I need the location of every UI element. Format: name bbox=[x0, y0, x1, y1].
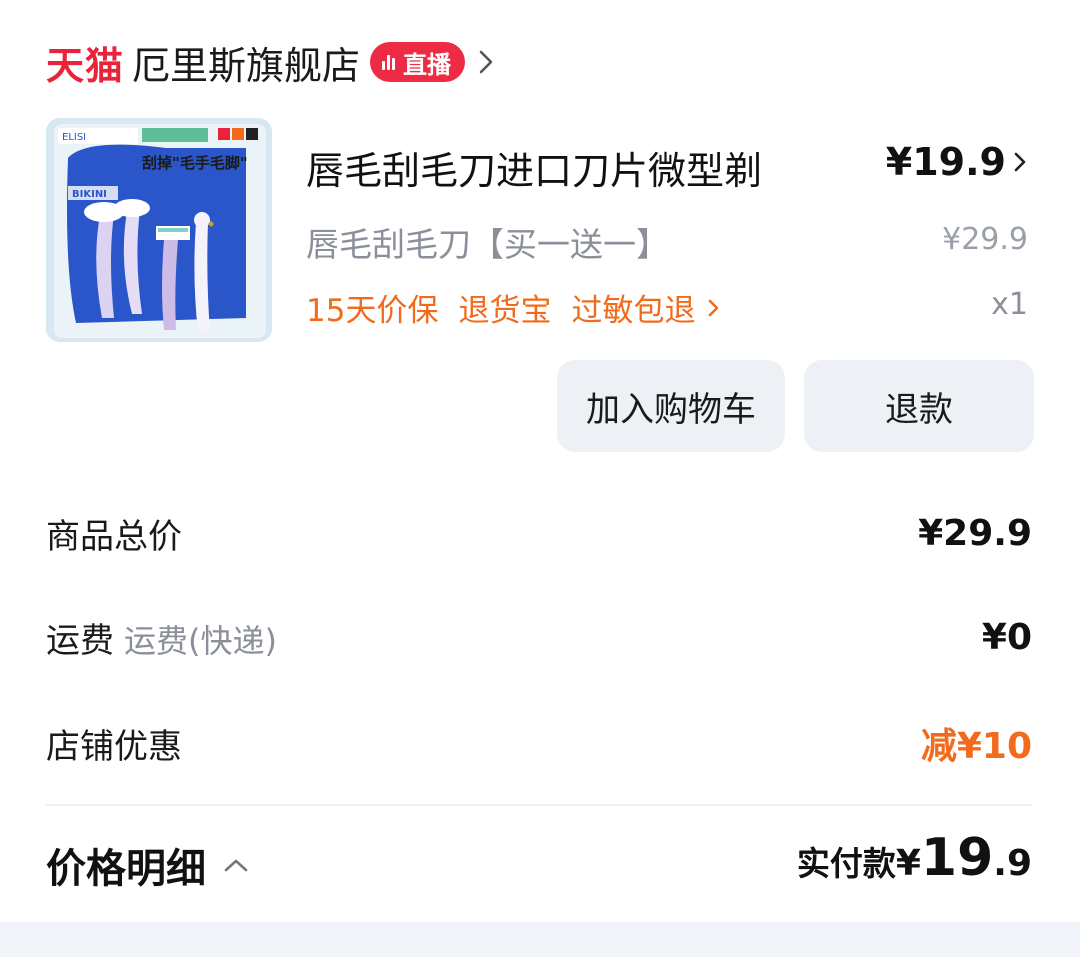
price-detail-label: 价格明细 bbox=[46, 846, 206, 892]
add-to-cart-button[interactable]: 加入购物车 bbox=[557, 360, 785, 452]
service-tag-return-insurance: 退货宝 bbox=[458, 293, 552, 329]
chevron-right-icon[interactable] bbox=[473, 42, 499, 82]
price-detail-toggle[interactable]: 价格明细 bbox=[46, 836, 250, 894]
quantity: x1 bbox=[991, 287, 1028, 322]
bottom-band bbox=[0, 922, 1080, 957]
image-bikini-text: BIKINI bbox=[72, 189, 107, 200]
product-image[interactable]: ELISI 刮掉"毛手毛脚" BIKINI ◆ bbox=[46, 118, 272, 342]
divider bbox=[46, 804, 1032, 806]
paid-amount: 实付款 ¥ 19 .9 bbox=[797, 828, 1032, 888]
live-bars-icon bbox=[382, 54, 396, 70]
refund-button[interactable]: 退款 bbox=[804, 360, 1034, 452]
tmall-logo: 天猫 bbox=[46, 43, 125, 88]
shipping-value: ¥0 bbox=[981, 616, 1032, 658]
image-brand-text: ELISI bbox=[62, 132, 86, 143]
chevron-right-icon bbox=[1012, 149, 1028, 175]
store-name[interactable]: 厄里斯旗舰店 bbox=[132, 35, 360, 90]
goods-total-label: 商品总价 bbox=[46, 516, 182, 557]
product-spec: 唇毛刮毛刀【买一送一】 bbox=[306, 225, 669, 264]
store-header[interactable]: 天猫 厄里斯旗舰店 直播 bbox=[46, 34, 499, 90]
chevron-right-icon bbox=[707, 296, 721, 320]
paid-integer: 19 bbox=[920, 828, 994, 888]
paid-currency: ¥ bbox=[895, 843, 921, 884]
store-discount-label: 店铺优惠 bbox=[46, 726, 182, 767]
live-badge[interactable]: 直播 bbox=[370, 42, 466, 82]
service-tags[interactable]: 15天价保 退货宝 过敏包退 bbox=[306, 285, 741, 330]
service-tag-allergy-return: 过敏包退 bbox=[571, 293, 696, 329]
svg-text:◆: ◆ bbox=[208, 219, 215, 228]
product-price[interactable]: ¥19.9 bbox=[886, 140, 1028, 184]
product-title[interactable]: 唇毛刮毛刀进口刀片微型剃 bbox=[306, 140, 762, 195]
goods-total-row: 商品总价 ¥29.9 bbox=[46, 508, 1032, 558]
shipping-label: 运费 bbox=[46, 620, 114, 661]
chevron-up-icon bbox=[222, 856, 250, 874]
store-discount-value: 减¥10 bbox=[920, 726, 1032, 767]
product-price-value: ¥19.9 bbox=[885, 140, 1006, 184]
paid-decimal: .9 bbox=[993, 843, 1032, 884]
shipping-row: 运费 运费(快递) ¥0 bbox=[46, 612, 1032, 662]
paid-label: 实付款 bbox=[796, 844, 896, 883]
original-price: ¥29.9 bbox=[942, 222, 1028, 257]
store-discount-row: 店铺优惠 减¥10 bbox=[46, 718, 1032, 768]
live-badge-label: 直播 bbox=[403, 50, 452, 79]
service-tag-price-protect: 15天价保 bbox=[306, 293, 439, 329]
shipping-method: 运费(快递) bbox=[124, 621, 277, 660]
goods-total-value: ¥29.9 bbox=[918, 512, 1032, 554]
image-slogan-text: 刮掉"毛手毛脚" bbox=[142, 154, 248, 172]
